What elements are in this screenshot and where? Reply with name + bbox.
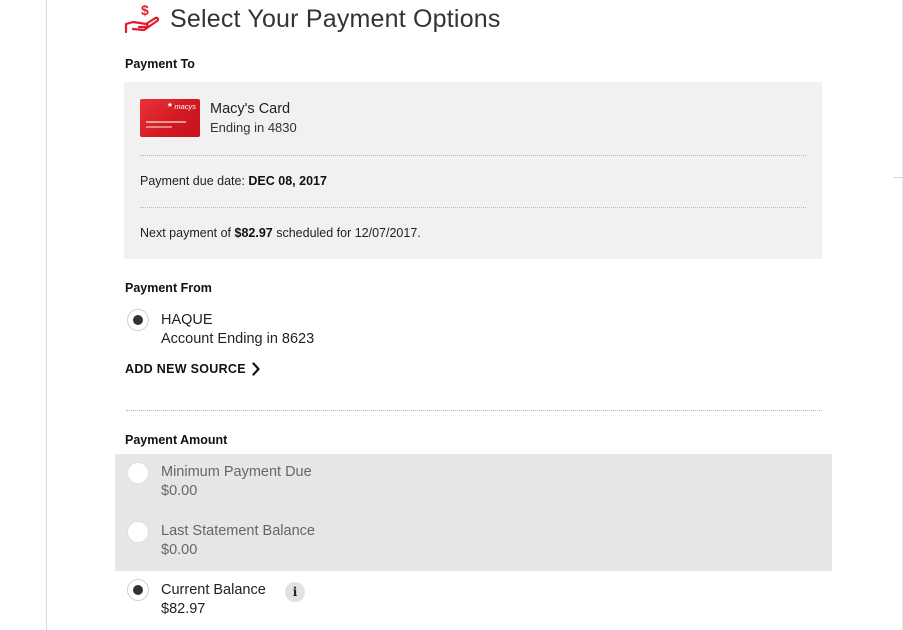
due-date-value: DEC 08, 2017 (248, 174, 327, 188)
card-stripe (146, 121, 186, 123)
page-title: Select Your Payment Options (170, 4, 501, 33)
card-logo: macys (174, 102, 196, 111)
payment-amount-label: Payment Amount (125, 433, 228, 447)
minimum-payment-radio[interactable] (127, 462, 149, 484)
payment-to-label: Payment To (125, 57, 195, 71)
payment-due-date: Payment due date: DEC 08, 2017 (140, 174, 327, 188)
next-payment-prefix: Next payment of (140, 226, 235, 240)
macys-card-image: ★ macys (140, 99, 200, 137)
next-payment-suffix: scheduled for 12/07/2017. (272, 226, 421, 240)
option-title: Last Statement Balance (161, 523, 315, 539)
next-payment-info: Next payment of $82.97 scheduled for 12/… (140, 226, 421, 240)
radio-selected-dot (133, 315, 143, 325)
hand-dollar-icon: $ (124, 2, 160, 34)
divider (140, 207, 806, 208)
payment-to-panel: ★ macys Macy's Card Ending in 4830 Payme… (124, 82, 822, 259)
option-title: Minimum Payment Due (161, 464, 312, 480)
card-name: Macy's Card (210, 101, 291, 117)
next-payment-amount: $82.97 (234, 226, 273, 240)
current-balance-radio[interactable] (127, 579, 149, 601)
option-title: Current Balance (161, 582, 266, 598)
left-border (46, 0, 47, 630)
svg-text:$: $ (141, 2, 149, 18)
add-new-source-label: ADD NEW SOURCE (125, 362, 246, 376)
account-radio-haque[interactable] (127, 309, 149, 331)
option-value: $0.00 (161, 483, 198, 499)
option-value: $0.00 (161, 542, 198, 558)
chevron-right-icon (252, 362, 260, 376)
divider (126, 410, 822, 411)
right-divider-tick (893, 177, 903, 178)
divider (140, 155, 806, 156)
radio-selected-dot (133, 585, 143, 595)
account-name: HAQUE (161, 312, 213, 328)
option-value: $82.97 (161, 601, 206, 617)
last-statement-radio[interactable] (127, 521, 149, 543)
card-stripe (146, 126, 172, 128)
account-ending: Account Ending in 8623 (161, 331, 315, 347)
info-icon[interactable]: i (285, 582, 305, 602)
star-icon: ★ (166, 102, 173, 109)
page-header: $ Select Your Payment Options (124, 2, 501, 36)
add-new-source-link[interactable]: ADD NEW SOURCE (125, 362, 260, 376)
due-date-prefix: Payment due date: (140, 174, 249, 188)
payment-from-label: Payment From (125, 281, 212, 295)
card-ending: Ending in 4830 (210, 120, 297, 135)
